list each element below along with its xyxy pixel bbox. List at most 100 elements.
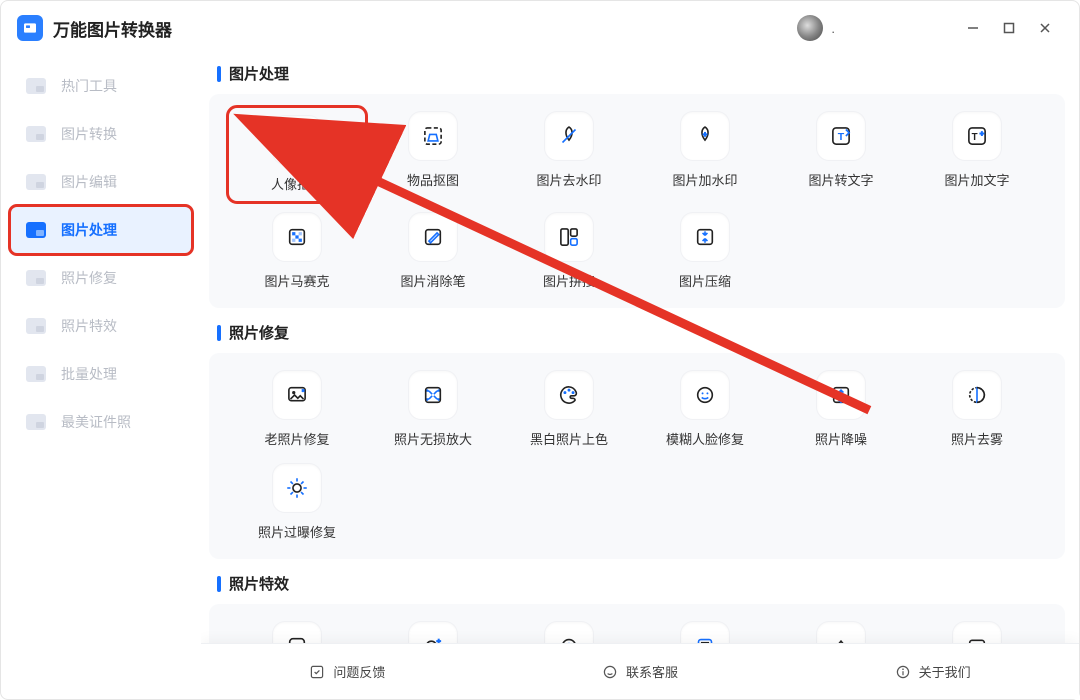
- tool-collage[interactable]: 图片拼接: [505, 213, 633, 290]
- footer-label: 联系客服: [626, 662, 678, 681]
- dehaze-icon: [953, 371, 1001, 419]
- avatar[interactable]: [797, 15, 823, 41]
- tool-eraser-pen[interactable]: 图片消除笔: [369, 213, 497, 290]
- tool-exposure-fix[interactable]: 照片过曝修复: [233, 464, 361, 541]
- footer-support[interactable]: 联系客服: [494, 662, 787, 681]
- restore-old-icon: [273, 371, 321, 419]
- tool-portrait-cutout[interactable]: 人像抠图: [233, 112, 361, 197]
- sidebar-item-label: 最美证件照: [61, 412, 131, 432]
- sidebar-item-label: 照片修复: [61, 268, 117, 288]
- section-title-repair: 照片修复: [217, 322, 1069, 343]
- tool-label: 图片马赛克: [264, 271, 329, 290]
- effect-3-icon: [545, 622, 593, 643]
- denoise-icon: [817, 371, 865, 419]
- colorize-icon: [545, 371, 593, 419]
- sidebar-item-label: 批量处理: [61, 364, 117, 384]
- tool-label: 照片降噪: [815, 429, 867, 448]
- object-cutout-icon: [409, 112, 457, 160]
- tool-effect-3[interactable]: [505, 622, 633, 643]
- tool-add-text[interactable]: T 图片加文字: [913, 112, 1041, 197]
- panel-repair: 老照片修复 照片无损放大 黑白照片上色 模糊人脸修复: [209, 353, 1065, 559]
- tool-restore-old[interactable]: 老照片修复: [233, 371, 361, 448]
- face-restore-icon: [681, 371, 729, 419]
- collage-icon: [545, 213, 593, 261]
- tool-label: 照片无损放大: [394, 429, 472, 448]
- section-title-effects: 照片特效: [217, 573, 1069, 594]
- tool-label: 老照片修复: [264, 429, 329, 448]
- effect-4-icon: [681, 622, 729, 643]
- tool-label: 图片转文字: [808, 170, 873, 189]
- effect-6-icon: [953, 622, 1001, 643]
- svg-text:T: T: [838, 131, 845, 143]
- tool-label: 照片去雾: [951, 429, 1003, 448]
- tool-label: 照片过曝修复: [258, 522, 336, 541]
- footer-about[interactable]: 关于我们: [786, 662, 1079, 681]
- maximize-button[interactable]: [991, 14, 1027, 42]
- tool-effect-5[interactable]: [777, 622, 905, 643]
- sidebar: 热门工具 图片转换 图片编辑 图片处理 照片修复 照片特效 批量处理 最美证件照: [1, 55, 201, 699]
- app-logo: [17, 15, 43, 41]
- support-icon: [602, 664, 618, 680]
- portrait-cutout-icon: [273, 116, 321, 164]
- ocr-icon: T: [817, 112, 865, 160]
- sidebar-item-effects[interactable]: 照片特效: [11, 303, 191, 349]
- section-title-process: 图片处理: [217, 63, 1069, 84]
- exposure-fix-icon: [273, 464, 321, 512]
- footer-feedback[interactable]: 问题反馈: [201, 662, 494, 681]
- title-bar: 万能图片转换器 .: [1, 1, 1079, 55]
- footer-label: 关于我们: [919, 662, 971, 681]
- tool-label: 物品抠图: [407, 170, 459, 189]
- effect-1-icon: [273, 622, 321, 643]
- tool-face-restore[interactable]: 模糊人脸修复: [641, 371, 769, 448]
- sidebar-item-batch[interactable]: 批量处理: [11, 351, 191, 397]
- add-text-icon: T: [953, 112, 1001, 160]
- app-title: 万能图片转换器: [53, 16, 172, 41]
- sidebar-item-label: 图片处理: [61, 220, 117, 240]
- about-icon: [895, 664, 911, 680]
- panel-process: 人像抠图 物品抠图 图片去水印 图片加水印 T: [209, 94, 1065, 308]
- tool-effect-1[interactable]: [233, 622, 361, 643]
- tool-dehaze[interactable]: 照片去雾: [913, 371, 1041, 448]
- effect-2-icon: [409, 622, 457, 643]
- feedback-icon: [309, 664, 325, 680]
- tool-label: 图片消除笔: [400, 271, 465, 290]
- tool-upscale[interactable]: 照片无损放大: [369, 371, 497, 448]
- tool-colorize[interactable]: 黑白照片上色: [505, 371, 633, 448]
- tool-label: 黑白照片上色: [530, 429, 608, 448]
- tool-effect-2[interactable]: [369, 622, 497, 643]
- eraser-pen-icon: [409, 213, 457, 261]
- sidebar-item-edit[interactable]: 图片编辑: [11, 159, 191, 205]
- tool-effect-4[interactable]: [641, 622, 769, 643]
- tool-label: 图片加文字: [944, 170, 1009, 189]
- add-watermark-icon: [681, 112, 729, 160]
- sidebar-item-label: 照片特效: [61, 316, 117, 336]
- sidebar-item-hot-tools[interactable]: 热门工具: [11, 63, 191, 109]
- tool-object-cutout[interactable]: 物品抠图: [369, 112, 497, 197]
- tool-ocr[interactable]: T 图片转文字: [777, 112, 905, 197]
- sidebar-item-label: 图片转换: [61, 124, 117, 144]
- footer-bar: 问题反馈 联系客服 关于我们: [201, 643, 1079, 699]
- tool-denoise[interactable]: 照片降噪: [777, 371, 905, 448]
- tool-compress[interactable]: 图片压缩: [641, 213, 769, 290]
- footer-label: 问题反馈: [333, 662, 385, 681]
- mosaic-icon: [273, 213, 321, 261]
- sidebar-item-process[interactable]: 图片处理: [11, 207, 191, 253]
- tool-label: 图片加水印: [672, 170, 737, 189]
- sidebar-item-label: 热门工具: [61, 76, 117, 96]
- sidebar-item-convert[interactable]: 图片转换: [11, 111, 191, 157]
- remove-watermark-icon: [545, 112, 593, 160]
- tool-add-watermark[interactable]: 图片加水印: [641, 112, 769, 197]
- effect-5-icon: [817, 622, 865, 643]
- tool-label: 人像抠图: [271, 174, 323, 193]
- tool-remove-watermark[interactable]: 图片去水印: [505, 112, 633, 197]
- sidebar-item-label: 图片编辑: [61, 172, 117, 192]
- sidebar-item-repair[interactable]: 照片修复: [11, 255, 191, 301]
- upscale-icon: [409, 371, 457, 419]
- sidebar-item-id-photo[interactable]: 最美证件照: [11, 399, 191, 445]
- tool-mosaic[interactable]: 图片马赛克: [233, 213, 361, 290]
- tool-label: 图片压缩: [679, 271, 731, 290]
- minimize-button[interactable]: [955, 14, 991, 42]
- close-button[interactable]: [1027, 14, 1063, 42]
- tool-effect-6[interactable]: [913, 622, 1041, 643]
- tool-label: 图片拼接: [543, 271, 595, 290]
